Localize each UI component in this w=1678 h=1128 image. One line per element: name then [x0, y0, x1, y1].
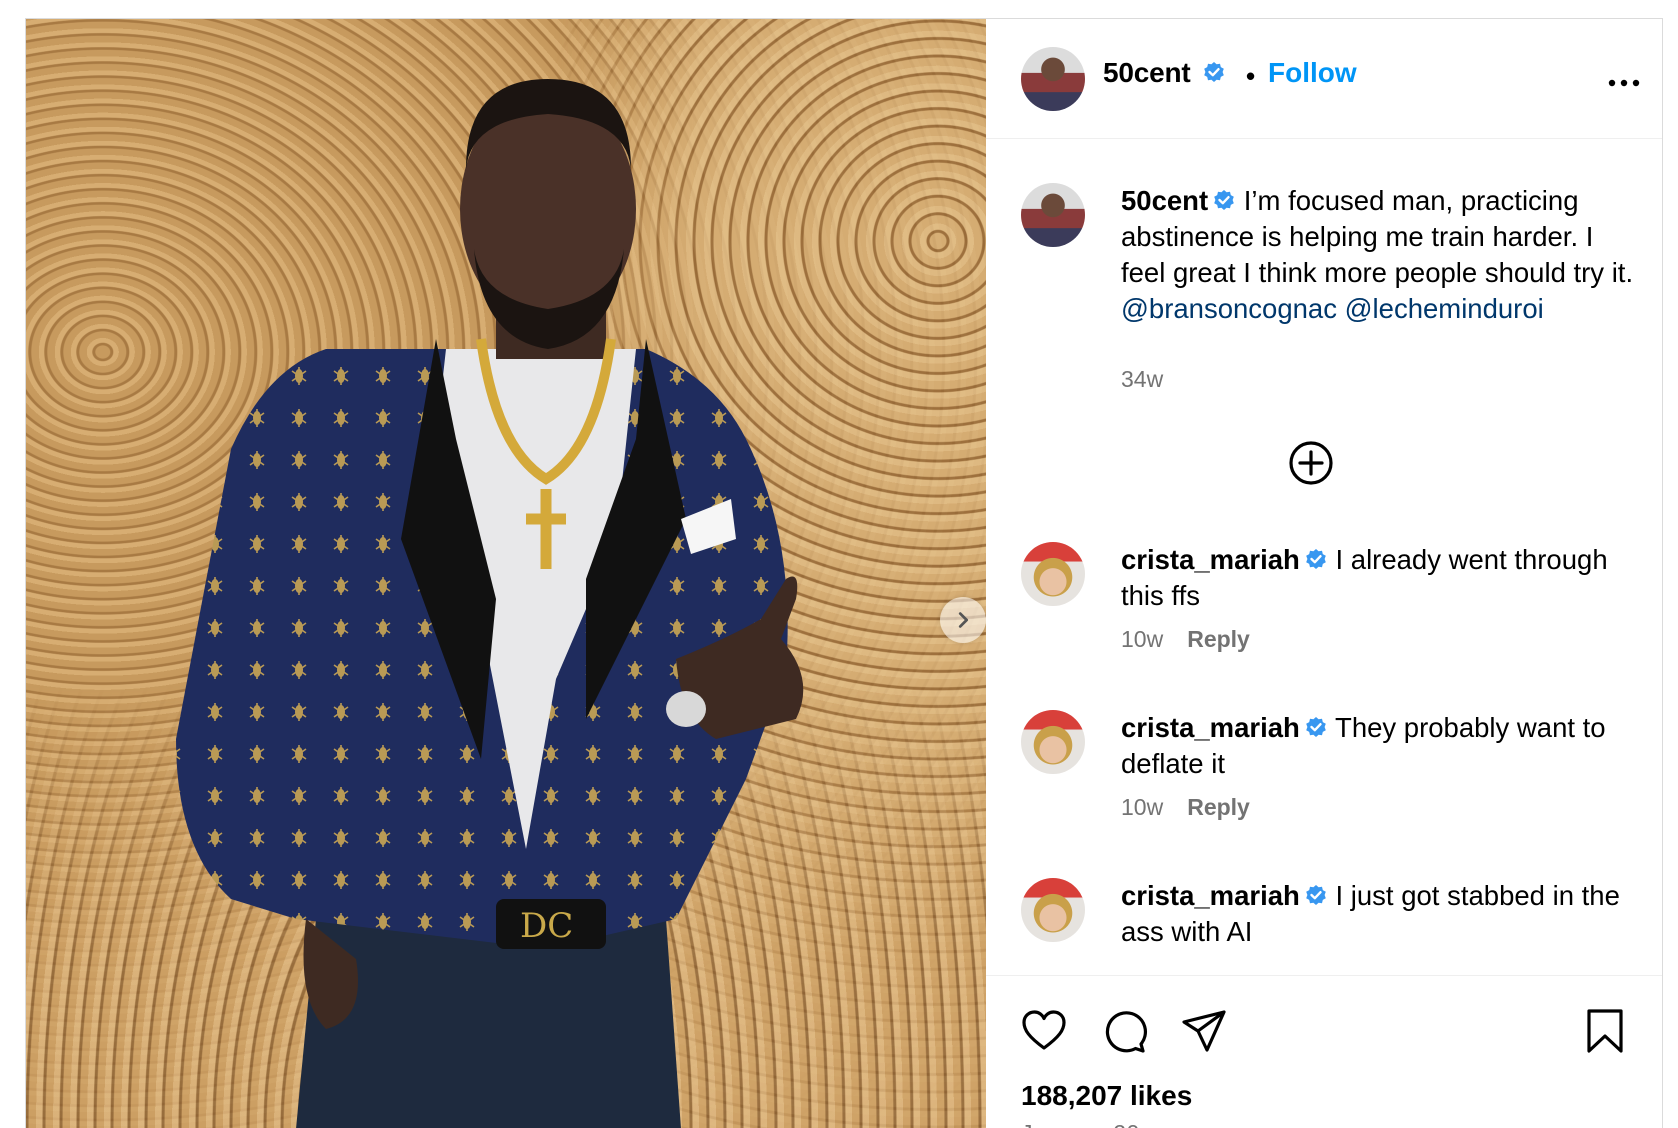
caption: 50cent I’m focused man, practicing absti… — [1021, 183, 1641, 403]
comment-meta: 10w Reply — [1121, 794, 1250, 821]
avatar[interactable] — [1021, 183, 1085, 247]
verified-badge-icon — [1306, 884, 1326, 905]
load-more-comments-icon[interactable] — [1286, 438, 1336, 488]
comment-text: crista_mariah They probably want to defl… — [1121, 710, 1641, 782]
verified-badge-icon — [1214, 189, 1234, 210]
avatar[interactable] — [1021, 710, 1085, 774]
comment-text: crista_mariah I just got stabbed in the … — [1121, 878, 1641, 950]
caption-text: 50cent I’m focused man, practicing absti… — [1121, 183, 1641, 327]
mention-link[interactable]: @bransoncognac — [1121, 293, 1337, 324]
post-actions: 188,207 likes January 20 — [986, 975, 1662, 1128]
comment-meta: 10w Reply — [1121, 626, 1250, 653]
caption-time: 34w — [1121, 366, 1164, 392]
avatar[interactable] — [1021, 878, 1085, 942]
comment-username[interactable]: crista_mariah — [1121, 544, 1300, 575]
reply-button[interactable]: Reply — [1187, 794, 1250, 820]
username-link[interactable]: 50cent — [1103, 57, 1191, 88]
comment-item: crista_mariah I just got stabbed in the … — [1021, 878, 1641, 975]
caption-username[interactable]: 50cent — [1121, 185, 1208, 216]
reply-button[interactable]: Reply — [1187, 626, 1250, 652]
more-options-icon[interactable] — [1604, 71, 1644, 95]
post-container: DC 50cent • Follow 50cent I’m focused ma… — [25, 18, 1663, 1128]
comments-list[interactable]: 50cent I’m focused man, practicing absti… — [986, 140, 1662, 975]
man-in-blazer-figure: DC — [176, 79, 804, 1128]
mention-link[interactable]: @lecheminduroi — [1345, 293, 1544, 324]
separator-dot: • — [1246, 61, 1256, 91]
comment-time: 10w — [1121, 626, 1164, 652]
comment-text: crista_mariah I already went through thi… — [1121, 542, 1641, 614]
comment-item: crista_mariah I already went through thi… — [1021, 542, 1641, 672]
post-date[interactable]: January 20 — [1021, 1120, 1140, 1128]
comment-icon[interactable] — [1099, 1006, 1149, 1056]
follow-button[interactable]: Follow — [1268, 57, 1357, 89]
comment-username[interactable]: crista_mariah — [1121, 712, 1300, 743]
svg-text:DC: DC — [520, 906, 573, 946]
header-username[interactable]: 50cent — [1103, 57, 1226, 89]
avatar[interactable] — [1021, 47, 1085, 111]
next-image-button[interactable] — [940, 597, 986, 643]
post-image[interactable]: DC — [26, 19, 986, 1128]
comment-item: crista_mariah They probably want to defl… — [1021, 710, 1641, 840]
comment-time: 10w — [1121, 794, 1164, 820]
post-header: 50cent • Follow — [986, 19, 1662, 139]
bookmark-icon[interactable] — [1580, 1006, 1630, 1056]
post-side-panel: 50cent • Follow 50cent I’m focused man, … — [986, 19, 1662, 1128]
share-icon[interactable] — [1179, 1006, 1229, 1056]
verified-badge-icon — [1306, 716, 1326, 737]
heart-icon[interactable] — [1019, 1006, 1069, 1056]
avatar[interactable] — [1021, 542, 1085, 606]
verified-badge-icon — [1204, 61, 1224, 82]
likes-count[interactable]: 188,207 likes — [1021, 1080, 1192, 1112]
chevron-right-icon — [958, 612, 969, 628]
verified-badge-icon — [1306, 548, 1326, 569]
comment-username[interactable]: crista_mariah — [1121, 880, 1300, 911]
